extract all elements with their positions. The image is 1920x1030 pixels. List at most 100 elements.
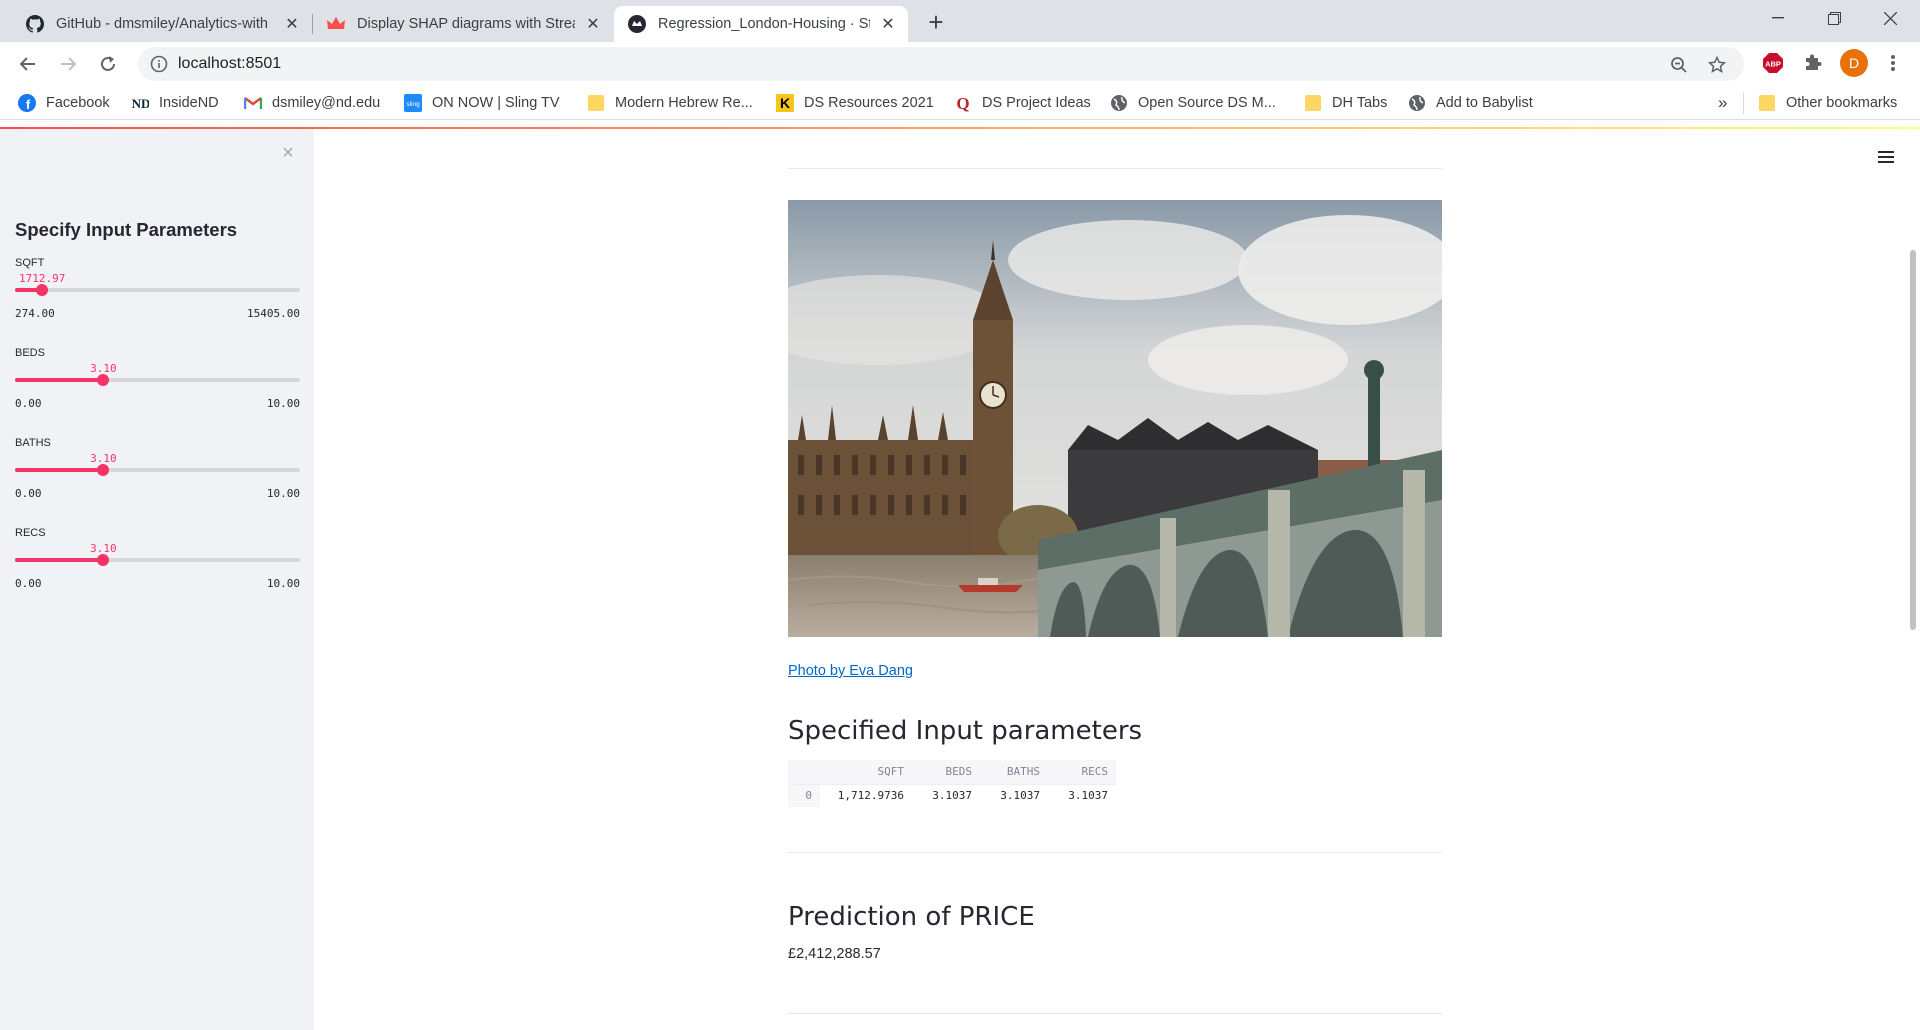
slider-label: SQFT	[15, 257, 45, 269]
tab-shap[interactable]: Display SHAP diagrams with Strea ✕	[313, 6, 613, 42]
slider-label: BATHS	[15, 437, 51, 449]
minimize-button[interactable]	[1750, 0, 1806, 36]
photo-credit-link[interactable]: Photo by Eva Dang	[788, 663, 913, 679]
bookmark-open-source-ds[interactable]: Open Source DS M...	[1110, 92, 1276, 114]
bookmark-sling[interactable]: sling ON NOW | Sling TV	[404, 92, 560, 114]
column-header[interactable]: RECS	[1048, 760, 1116, 784]
table-cell[interactable]: 3.1037	[912, 783, 980, 807]
extensions-puzzle-icon[interactable]	[1800, 50, 1826, 76]
bookmarks-divider	[1743, 92, 1744, 114]
slider-max: 10.00	[266, 397, 300, 410]
slider-label: RECS	[15, 527, 46, 539]
divider	[788, 168, 1442, 169]
london-skyline-image	[788, 200, 1442, 637]
slider-track[interactable]	[15, 288, 300, 292]
column-header[interactable]: BATHS	[980, 760, 1048, 784]
table-cell[interactable]: 3.1037	[980, 783, 1048, 807]
prediction-value: £2,412,288.57	[788, 946, 881, 962]
svg-text:f: f	[26, 97, 31, 112]
bookmark-other[interactable]: Other bookmarks	[1758, 92, 1897, 114]
bookmark-ds-project-ideas[interactable]: Q DS Project Ideas	[954, 92, 1090, 114]
slider-thumb[interactable]	[97, 554, 110, 566]
close-window-button[interactable]	[1862, 0, 1918, 36]
slider-track[interactable]	[15, 378, 300, 382]
forward-icon[interactable]	[54, 50, 82, 78]
column-header[interactable]: BEDS	[912, 760, 980, 784]
table-row: 0 1,712.9736 3.1037 3.1037 3.1037	[788, 783, 1116, 807]
slider-min: 0.00	[15, 487, 42, 500]
bookmark-gmail[interactable]: dsmiley@nd.edu	[244, 92, 380, 114]
svg-text:Q: Q	[956, 94, 969, 112]
svg-text:K: K	[780, 95, 790, 111]
slider-thumb[interactable]	[97, 374, 110, 386]
notre-dame-icon: ND	[131, 94, 149, 112]
bookmark-babylist[interactable]: Add to Babylist	[1408, 92, 1533, 114]
github-icon	[26, 15, 44, 33]
hamburger-menu-icon[interactable]	[1874, 145, 1898, 169]
gmail-icon	[244, 94, 262, 112]
table-cell[interactable]: 1,712.9736	[820, 783, 912, 807]
row-index: 0	[788, 783, 820, 807]
bookmark-modern-hebrew[interactable]: Modern Hebrew Re...	[587, 92, 753, 114]
globe-icon	[1110, 94, 1128, 112]
restore-button[interactable]	[1806, 0, 1862, 36]
page-scrollbar[interactable]	[1910, 250, 1916, 630]
close-icon[interactable]: ✕	[878, 14, 898, 34]
slider-baths[interactable]: BATHS 3.10 0.00 10.00	[15, 437, 300, 517]
slider-min: 274.00	[15, 307, 55, 320]
folder-icon	[587, 94, 605, 112]
bookmark-insidend[interactable]: ND InsideND	[131, 92, 219, 114]
reload-icon[interactable]	[94, 50, 122, 78]
slider-track[interactable]	[15, 558, 300, 562]
sling-icon: sling	[404, 94, 422, 112]
q-icon: Q	[954, 94, 972, 112]
index-header	[788, 760, 820, 784]
folder-icon	[1304, 94, 1322, 112]
address-bar[interactable]: localhost:8501	[138, 47, 1744, 81]
slider-sqft[interactable]: SQFT 1712.97 274.00 15405.00	[15, 257, 300, 337]
tab-title: GitHub - dmsmiley/Analytics-with	[56, 16, 268, 32]
info-icon[interactable]	[150, 55, 168, 73]
params-heading: Specified Input parameters	[788, 716, 1143, 746]
bookmarks-bar: f Facebook ND InsideND dsmiley@nd.edu sl…	[0, 86, 1920, 120]
bookmark-dh-tabs[interactable]: DH Tabs	[1304, 92, 1387, 114]
slider-thumb[interactable]	[36, 284, 49, 296]
close-sidebar-icon[interactable]: ×	[278, 143, 298, 163]
table-cell[interactable]: 3.1037	[1048, 783, 1116, 807]
slider-max: 10.00	[266, 577, 300, 590]
bookmarks-overflow-chevron-icon[interactable]: »	[1718, 92, 1727, 114]
column-header[interactable]: SQFT	[820, 760, 912, 784]
facebook-icon: f	[18, 94, 36, 112]
bookmark-ds-resources[interactable]: K DS Resources 2021	[776, 92, 934, 114]
sidebar: × Specify Input Parameters SQFT 1712.97 …	[0, 129, 314, 1030]
slider-thumb[interactable]	[97, 464, 110, 476]
browser-toolbar: localhost:8501 ABP D	[0, 42, 1920, 86]
adblock-plus-icon[interactable]: ABP	[1760, 50, 1786, 76]
tab-github[interactable]: GitHub - dmsmiley/Analytics-with ✕	[12, 6, 312, 42]
globe-icon	[1408, 94, 1426, 112]
new-tab-button[interactable]: +	[922, 9, 950, 37]
profile-avatar[interactable]: D	[1840, 49, 1868, 77]
streamlit-icon	[628, 15, 646, 33]
slider-track[interactable]	[15, 468, 300, 472]
close-icon[interactable]: ✕	[583, 14, 603, 34]
slider-recs[interactable]: RECS 3.10 0.00 10.00	[15, 527, 300, 607]
slider-beds[interactable]: BEDS 3.10 0.00 10.00	[15, 347, 300, 427]
bookmark-star-icon[interactable]	[1706, 54, 1728, 76]
tab-regression[interactable]: Regression_London-Housing · Stre ✕	[614, 6, 908, 42]
divider	[788, 852, 1442, 853]
tab-strip: GitHub - dmsmiley/Analytics-with ✕ Displ…	[0, 0, 1920, 42]
table-header-row: SQFT BEDS BATHS RECS	[788, 760, 1116, 784]
slider-label: BEDS	[15, 347, 45, 359]
params-dataframe[interactable]: SQFT BEDS BATHS RECS 0 1,712.9736 3.1037…	[788, 760, 1116, 807]
k-icon: K	[776, 94, 794, 112]
more-menu-icon[interactable]	[1880, 50, 1906, 76]
zoom-icon[interactable]	[1668, 54, 1690, 76]
slider-max: 15405.00	[247, 307, 300, 320]
close-icon[interactable]: ✕	[282, 14, 302, 34]
back-icon[interactable]	[14, 50, 42, 78]
slider-max: 10.00	[266, 487, 300, 500]
slider-fill	[15, 378, 104, 382]
streamlit-crown-icon	[327, 15, 345, 33]
bookmark-facebook[interactable]: f Facebook	[18, 92, 110, 114]
